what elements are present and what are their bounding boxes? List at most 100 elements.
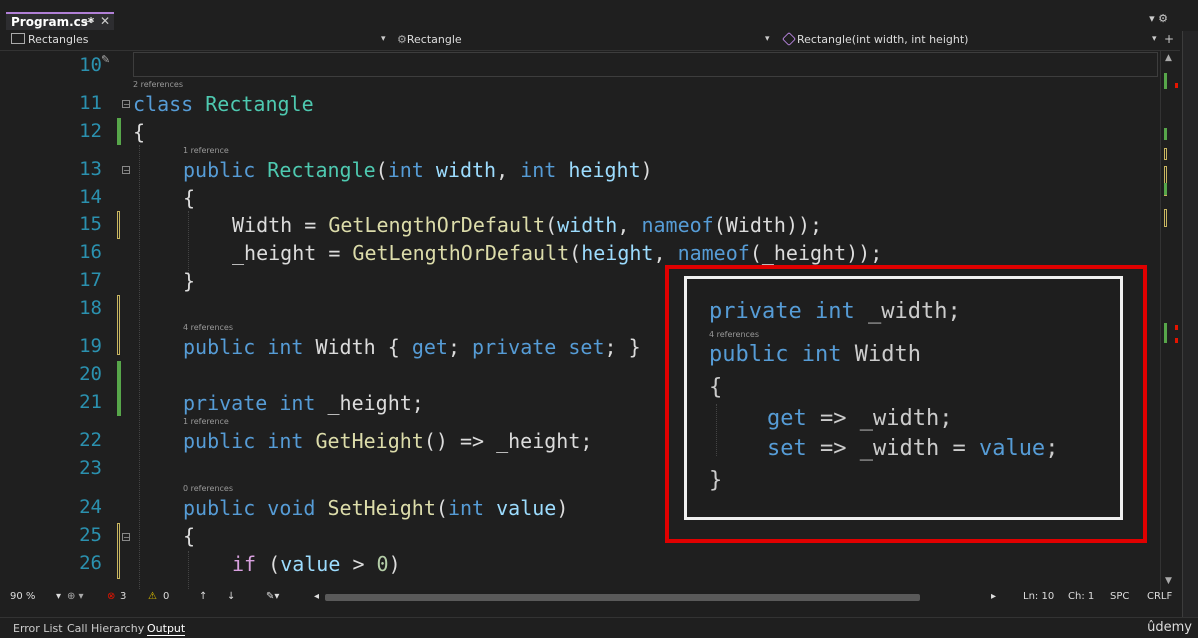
overview-mark [1164,183,1167,195]
class-icon: ⚙ [397,33,407,46]
code-line-26: if (value > 0) [232,552,401,576]
line-number: 23 [79,457,102,479]
change-marker-unsaved [117,211,120,239]
close-icon[interactable]: ✕ [100,14,110,28]
member-dropdown[interactable]: Rectangle(int width, int height) [781,31,968,47]
overview-mark [1164,148,1167,160]
change-marker-saved [117,361,121,416]
line-number: 11 [79,92,102,114]
error-count[interactable]: 3 [120,591,126,602]
callout-codelens: 4 references [709,330,759,339]
scroll-down-icon[interactable]: ▼ [1165,576,1172,586]
overview-mark [1164,323,1167,343]
code-line-24: public void SetHeight(int value) [183,496,569,520]
tab-program-cs[interactable]: Program.cs* ⊸ ✕ [6,12,114,30]
udemy-watermark: ûdemy [1147,620,1192,635]
current-line-highlight [133,52,1158,77]
line-number: 18 [79,297,102,319]
indent-guide [139,145,140,591]
line-number: 17 [79,269,102,291]
vertical-scrollbar[interactable]: ▲ ▼ [1160,51,1181,591]
error-mark [1175,83,1178,88]
codelens-references[interactable]: 4 references [183,323,233,332]
zoom-level[interactable]: 90 % [10,591,35,602]
callout-line-1: private int _width; [709,299,961,324]
chevron-down-icon[interactable]: ▾ [381,34,386,44]
warning-icon[interactable]: ⚠ [148,591,157,602]
overview-mark [1164,209,1167,227]
whitespace-indicator[interactable]: SPC [1110,591,1129,602]
callout-line-4: get => _width; [767,406,953,431]
line-number: 13 [79,158,102,180]
code-line-13: public Rectangle(int width, int height) [183,158,653,182]
indent-guide [188,551,189,591]
chevron-down-icon[interactable]: ▾ [1152,34,1157,44]
code-line-17: } [183,269,196,293]
navigation-bar: Rectangles ▾ ⚙Rectangle ▾ Rectangle(int … [0,31,1180,51]
project-icon [11,33,25,44]
nav-down-icon[interactable]: ↓ [227,591,235,602]
indent-guide [188,211,189,273]
tab-output[interactable]: Output [147,622,186,636]
overview-mark [1164,73,1167,89]
collapse-icon[interactable]: − [122,533,130,542]
tool-window-tabs: Error List Call Hierarchy Output ûdemy [0,617,1198,638]
scroll-up-icon[interactable]: ▲ [1165,53,1172,63]
line-indicator[interactable]: Ln: 10 [1023,591,1054,602]
tab-strip: Program.cs* ⊸ ✕ ▾ ⚙ [0,0,1198,31]
chevron-down-icon[interactable]: ▾ [765,34,770,44]
window-options[interactable]: ▾ ⚙ [1149,12,1168,25]
line-number: 10 [79,54,102,76]
health-icon[interactable]: ⊕ ▾ [67,591,84,602]
warning-count[interactable]: 0 [163,591,169,602]
collapse-icon[interactable]: − [122,100,130,109]
codelens-references[interactable]: 2 references [133,80,183,89]
line-ending-indicator[interactable]: CRLF [1147,591,1172,602]
code-line-14: { [183,186,196,210]
callout-line-6: } [709,468,723,493]
callout-line-5: set => _width = value; [767,436,1059,461]
column-indicator[interactable]: Ch: 1 [1068,591,1094,602]
code-line-19: public int Width { get; private set; } [183,335,641,359]
zoom-dropdown-icon[interactable]: ▾ [56,591,61,602]
line-number: 26 [79,552,102,574]
type-dropdown[interactable]: ⚙Rectangle [397,33,462,46]
line-number: 15 [79,213,102,235]
code-callout: private int _width; 4 references public … [684,276,1123,520]
horizontal-scrollbar-thumb[interactable] [325,594,920,601]
code-line-25: { [183,524,196,548]
scroll-right-icon[interactable]: ▸ [991,591,996,602]
nav-up-icon[interactable]: ↑ [199,591,207,602]
callout-line-2: public int Width [709,342,921,367]
collapse-icon[interactable]: − [122,166,130,175]
line-number: 25 [79,524,102,546]
line-number: 14 [79,186,102,208]
change-marker-unsaved [117,295,120,355]
code-line-22: public int GetHeight() => _height; [183,429,593,453]
code-line-21: private int _height; [183,391,424,415]
project-dropdown[interactable]: Rectangles [11,33,89,46]
line-number: 21 [79,391,102,413]
quick-action-icon[interactable]: ✎ [101,53,110,66]
change-marker-saved [117,118,121,145]
code-line-16: _height = GetLengthOrDefault(height, nam… [232,241,883,265]
line-number: 22 [79,429,102,451]
overview-mark [1164,128,1167,140]
editor-status-bar: 90 % ▾ ⊕ ▾ ⊗ 3 ⚠ 0 ↑ ↓ ✎▾ ◂ ▸ Ln: 10 Ch:… [0,590,1180,606]
cleanup-icon[interactable]: ✎▾ [266,591,279,602]
split-icon[interactable]: + [1164,32,1174,46]
side-panel-strip [1182,31,1198,637]
change-marker-unsaved [117,523,120,579]
callout-line-3: { [709,375,723,400]
error-icon[interactable]: ⊗ [107,591,115,602]
codelens-references[interactable]: 0 references [183,484,233,493]
tab-error-list[interactable]: Error List [13,622,63,635]
scroll-left-icon[interactable]: ◂ [314,591,319,602]
line-number: 12 [79,120,102,142]
pin-icon[interactable]: ⊸ [84,15,93,28]
codelens-references[interactable]: 1 reference [183,146,229,155]
line-number: 20 [79,363,102,385]
tab-call-hierarchy[interactable]: Call Hierarchy [67,622,144,635]
method-icon [781,31,797,47]
codelens-references[interactable]: 1 reference [183,417,229,426]
